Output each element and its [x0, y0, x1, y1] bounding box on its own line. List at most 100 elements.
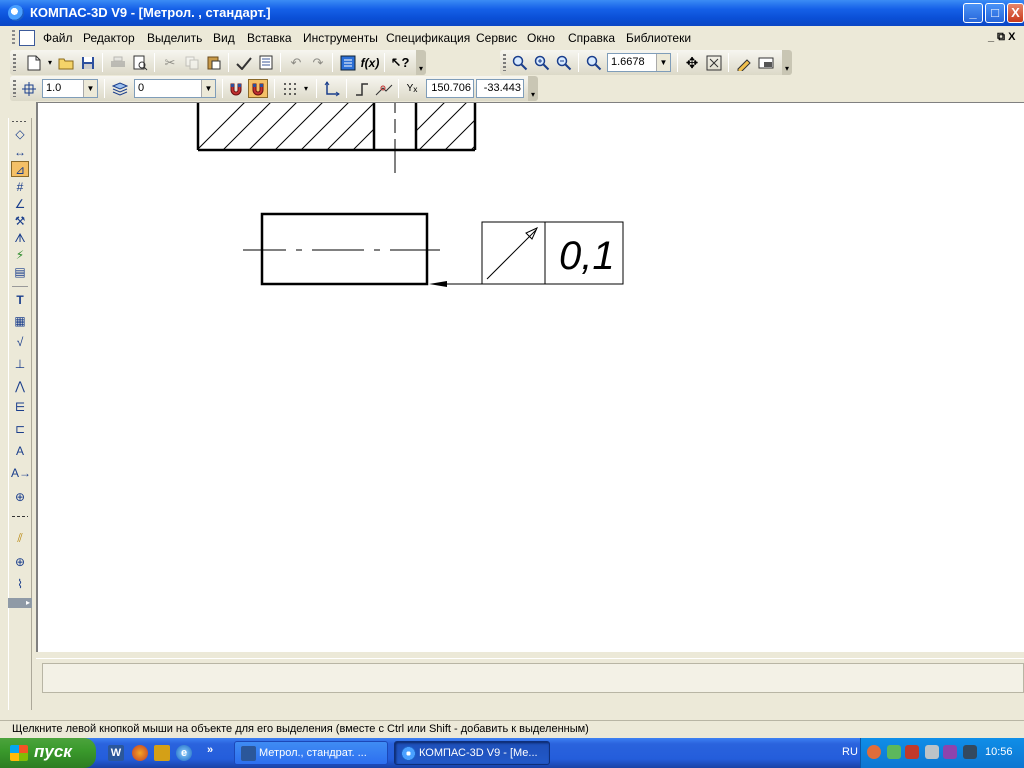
quick-launch-more-icon[interactable]: »: [204, 742, 216, 758]
panel-expand-icon[interactable]: ▸: [8, 598, 32, 608]
axis-line-icon[interactable]: [12, 516, 28, 517]
hatch-icon[interactable]: ⫽: [11, 530, 29, 546]
measure-icon[interactable]: ⚒: [11, 213, 29, 229]
print-preview-icon[interactable]: [130, 53, 150, 72]
show-all-icon[interactable]: [704, 53, 724, 72]
tray-security-icon[interactable]: [905, 745, 919, 759]
menu-libraries[interactable]: Библиотеки: [626, 31, 691, 45]
zoom-out-icon[interactable]: [554, 53, 574, 72]
kompas-app-icon[interactable]: [8, 5, 24, 21]
internet-explorer-icon[interactable]: e: [176, 745, 192, 761]
menu-grip[interactable]: [12, 30, 15, 46]
grid-dropdown-icon[interactable]: ▾: [300, 79, 312, 98]
menu-window[interactable]: Окно: [527, 31, 555, 45]
paste-icon[interactable]: [204, 53, 224, 72]
language-indicator[interactable]: RU: [842, 746, 858, 758]
parametrization-icon[interactable]: ∠: [11, 196, 29, 212]
leader-line-icon[interactable]: ⋀: [11, 378, 29, 394]
step-cursor-icon[interactable]: [19, 79, 39, 98]
dimensions-icon[interactable]: ↔: [11, 144, 29, 160]
select-icon[interactable]: ᗑ: [11, 230, 29, 246]
clock[interactable]: 10:56: [985, 746, 1013, 758]
view-arrow-icon[interactable]: A→: [11, 465, 31, 481]
tolerance-frame[interactable]: 0,1: [481, 221, 624, 285]
zoom-combo[interactable]: 1.6678 ▼: [607, 53, 671, 72]
print-icon[interactable]: [108, 53, 128, 72]
part-outline-rect[interactable]: [260, 212, 429, 286]
chevron-down-icon[interactable]: ▼: [201, 80, 215, 97]
toolbar-grip[interactable]: [13, 54, 16, 71]
variables-icon[interactable]: [338, 53, 358, 72]
center-mark-icon[interactable]: ⊕: [11, 554, 29, 570]
maximize-button[interactable]: □: [985, 3, 1005, 23]
undo-icon[interactable]: ↶: [286, 53, 306, 72]
menu-service[interactable]: Сервис: [476, 31, 517, 45]
menu-file[interactable]: Файл: [43, 31, 73, 45]
geometry-icon[interactable]: ◇: [11, 126, 29, 142]
step-combo[interactable]: 1.0 ▼: [42, 79, 98, 98]
leader-arrow[interactable]: [429, 281, 482, 287]
panel-grip[interactable]: [12, 121, 28, 122]
tray-app-icon[interactable]: [963, 745, 977, 759]
toolbar-options-icon[interactable]: ▾: [528, 76, 538, 101]
menu-select[interactable]: Выделить: [147, 31, 202, 45]
task-button-word-document[interactable]: Метрол., стандрат. ...: [234, 741, 388, 765]
view-designation-icon[interactable]: ⊕: [11, 489, 29, 505]
zoom-scale-icon[interactable]: [584, 53, 604, 72]
snap-magnet-icon[interactable]: [226, 79, 246, 98]
layer-combo[interactable]: 0 ▼: [134, 79, 216, 98]
minimize-button[interactable]: _: [963, 3, 983, 23]
tray-device-icon[interactable]: [925, 745, 939, 759]
drawing-canvas[interactable]: 0,1: [36, 102, 1024, 652]
redo-icon[interactable]: ↷: [308, 53, 328, 72]
new-document-icon[interactable]: [24, 53, 44, 72]
document-menu-icon[interactable]: [19, 30, 35, 46]
context-help-icon[interactable]: ↖?: [390, 53, 410, 72]
menu-insert[interactable]: Вставка: [247, 31, 292, 45]
toolbar-options-icon[interactable]: ▾: [416, 50, 426, 75]
text-icon[interactable]: T: [11, 292, 29, 308]
layer-display-icon[interactable]: [756, 53, 776, 72]
quick-launch-app-icon[interactable]: [154, 745, 170, 761]
section-outline[interactable]: [196, 103, 477, 152]
snap-options-icon[interactable]: [374, 79, 394, 98]
cut-line-icon[interactable]: A: [11, 443, 29, 459]
position-leader-icon[interactable]: ⋿: [11, 399, 29, 415]
toolbar-grip[interactable]: [503, 54, 506, 71]
toolbar-grip[interactable]: [13, 80, 16, 97]
tray-antivirus-icon[interactable]: [943, 745, 957, 759]
menu-view[interactable]: Вид: [213, 31, 235, 45]
redraw-icon[interactable]: [734, 53, 754, 72]
chevron-down-icon[interactable]: ▼: [83, 80, 97, 97]
close-button[interactable]: X: [1007, 3, 1024, 23]
associative-views-icon[interactable]: ⚡: [11, 247, 29, 263]
local-snap-magnet-icon[interactable]: [248, 79, 268, 98]
designations-icon[interactable]: ⊿: [11, 161, 29, 177]
toolbar-options-icon[interactable]: ▾: [782, 50, 792, 75]
word-icon[interactable]: W: [108, 745, 124, 761]
coordinate-x-field[interactable]: 150.706: [426, 79, 474, 98]
properties-check-icon[interactable]: [234, 53, 254, 72]
table-icon[interactable]: ▦: [11, 313, 29, 329]
cut-icon[interactable]: ✂: [160, 53, 180, 72]
menu-specification[interactable]: Спецификация: [386, 31, 470, 45]
zoom-in-icon[interactable]: [532, 53, 552, 72]
task-button-kompas[interactable]: КОМПАС-3D V9 - [Ме...: [394, 741, 550, 765]
start-button[interactable]: пуск: [0, 738, 96, 768]
formula-fx-icon[interactable]: f(x): [360, 53, 380, 72]
orthogonal-mode-icon[interactable]: [352, 79, 372, 98]
editing-icon[interactable]: #: [11, 179, 29, 195]
media-player-icon[interactable]: [132, 745, 148, 761]
local-coordinate-system-icon[interactable]: [322, 79, 342, 98]
menu-tools[interactable]: Инструменты: [303, 31, 378, 45]
form-tolerance-icon[interactable]: ⊏: [11, 421, 29, 437]
tray-network-icon[interactable]: [887, 745, 901, 759]
base-designation-icon[interactable]: ⊥: [11, 356, 29, 372]
roughness-icon[interactable]: √: [11, 334, 29, 350]
zoom-window-icon[interactable]: [510, 53, 530, 72]
menu-help[interactable]: Справка: [568, 31, 615, 45]
open-folder-icon[interactable]: [56, 53, 76, 72]
mdi-window-controls[interactable]: _ ⧉ X: [988, 31, 1015, 44]
tray-expand-icon[interactable]: [867, 745, 881, 759]
coordinate-y-field[interactable]: -33.443: [476, 79, 524, 98]
